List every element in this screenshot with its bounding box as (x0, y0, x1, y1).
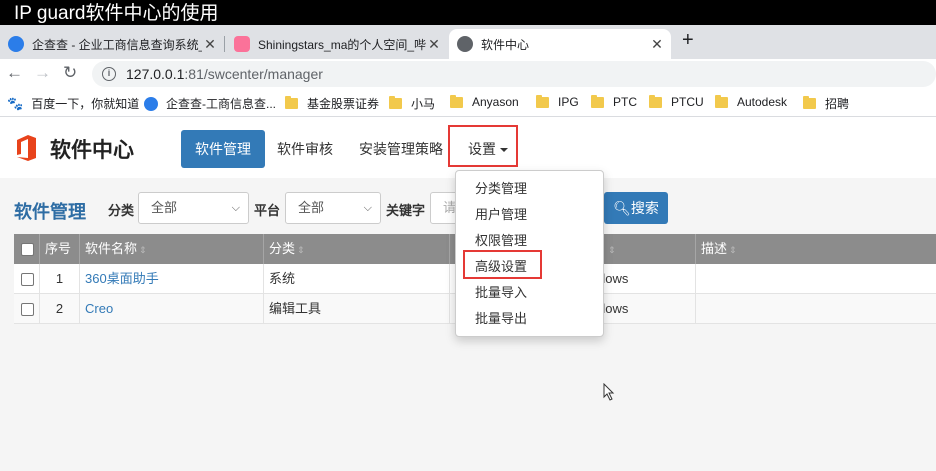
highlight-box (463, 250, 542, 279)
folder-icon (715, 94, 728, 108)
category-label: 分类 (108, 203, 135, 218)
qichacha-favicon-icon (8, 36, 24, 52)
header-category[interactable]: 分类 ⇕ (264, 234, 450, 264)
folder-icon (536, 94, 549, 108)
brand-title: 软件中心 (50, 139, 134, 162)
keyword-label: 关键字 (386, 203, 426, 218)
office-logo-icon (17, 135, 36, 161)
url-text: 127.0.0.1:81/swcenter/manager (126, 66, 323, 82)
close-icon[interactable]: ✕ (426, 36, 442, 53)
software-name-link[interactable]: 360桌面助手 (85, 271, 159, 286)
sort-icon: ⇕ (297, 245, 305, 255)
menu-item-batch-import[interactable]: 批量导入 (456, 280, 603, 306)
close-icon[interactable]: ✕ (649, 36, 665, 53)
video-caption: IP guard软件中心的使用 (0, 0, 936, 25)
select-all-checkbox-cell (14, 234, 40, 264)
tab-title: 软件中心 (481, 37, 530, 52)
paw-icon: 🐾 (7, 95, 24, 111)
folder-icon (591, 94, 604, 108)
bookmark-folder-ptc[interactable]: PTC (591, 94, 637, 109)
search-icon: 🔍︎ (613, 200, 631, 216)
folder-icon (649, 94, 662, 108)
menu-item-user-management[interactable]: 用户管理 (456, 202, 603, 228)
menu-item-batch-export[interactable]: 批量导出 (456, 306, 603, 332)
header-description[interactable]: 描述 ⇕ (696, 234, 936, 264)
info-icon[interactable]: i (102, 67, 116, 81)
section-title: 软件管理 (14, 202, 86, 222)
bookmark-baidu[interactable]: 🐾 百度一下，你就知道 (7, 95, 139, 112)
tab-qichacha[interactable]: 企查查 - 企业工商信息查询系统_ ✕ (0, 29, 224, 59)
sort-icon: ⇕ (139, 245, 147, 255)
row-checkbox[interactable] (21, 273, 34, 287)
row-checkbox[interactable] (21, 303, 34, 317)
bookmark-folder-autodesk[interactable]: Autodesk (715, 94, 787, 109)
bookmark-folder-ptcu[interactable]: PTCU (649, 94, 704, 109)
row-category: 编辑工具 (264, 294, 450, 324)
nav-software-management[interactable]: 软件管理 (181, 130, 265, 168)
browser-toolbar: ← → ↻ i 127.0.0.1:81/swcenter/manager (0, 59, 936, 89)
browser-tab-bar: 企查查 - 企业工商信息查询系统_ ✕ Shiningstars_ma的个人空间… (0, 25, 936, 59)
tab-title: Shiningstars_ma的个人空间_哔哩 (258, 37, 426, 52)
mouse-cursor-icon (603, 383, 615, 401)
forward-icon[interactable]: → (34, 63, 51, 83)
row-category: 系统 (264, 264, 450, 294)
tab-software-center[interactable]: 软件中心 ✕ (449, 29, 671, 59)
bookmark-folder-jobs[interactable]: 招聘 (803, 95, 849, 112)
back-icon[interactable]: ← (6, 63, 23, 83)
address-bar[interactable]: i 127.0.0.1:81/swcenter/manager (92, 61, 936, 87)
bookmark-folder-ipg[interactable]: IPG (536, 94, 579, 109)
select-all-checkbox[interactable] (21, 243, 34, 257)
new-tab-icon[interactable]: + (682, 29, 694, 52)
nav-install-policy[interactable]: 安装管理策略 (345, 130, 457, 168)
category-select[interactable]: 全部 ⌵ (138, 192, 249, 224)
highlight-box (448, 125, 518, 167)
folder-icon (803, 96, 816, 109)
bookmarks-bar: 🐾 百度一下，你就知道 企查查-工商信息查... 基金股票证券 小马 Anyas… (0, 89, 936, 117)
nav-software-review[interactable]: 软件审核 (263, 130, 347, 168)
row-description (696, 294, 936, 324)
tab-bilibili[interactable]: Shiningstars_ma的个人空间_哔哩 ✕ (226, 29, 448, 59)
software-name-link[interactable]: Creo (85, 301, 113, 316)
bookmark-folder-xiaoma[interactable]: 小马 (389, 95, 435, 112)
row-no: 1 (40, 264, 80, 294)
row-no: 2 (40, 294, 80, 324)
sort-icon: ⇕ (729, 245, 737, 255)
bookmark-folder-anyason[interactable]: Anyason (450, 94, 519, 109)
menu-item-category-management[interactable]: 分类管理 (456, 176, 603, 202)
row-description (696, 264, 936, 294)
reload-icon[interactable]: ↻ (63, 63, 77, 83)
qcc-icon (144, 96, 158, 111)
header-name[interactable]: 软件名称 ⇕ (80, 234, 264, 264)
sort-icon: ⇕ (608, 245, 616, 255)
bilibili-favicon-icon (234, 36, 250, 52)
chevron-down-icon: ⌵ (363, 202, 372, 214)
bookmark-folder-funds[interactable]: 基金股票证券 (285, 95, 379, 112)
folder-icon (450, 94, 463, 108)
chevron-down-icon: ⌵ (231, 202, 240, 214)
platform-select[interactable]: 全部 ⌵ (285, 192, 381, 224)
globe-icon (457, 36, 473, 52)
platform-label: 平台 (254, 203, 281, 218)
folder-icon (389, 96, 402, 109)
header-no[interactable]: 序号 (40, 234, 80, 264)
search-button[interactable]: 🔍︎搜索 (604, 192, 668, 224)
folder-icon (285, 96, 298, 109)
tab-title: 企查查 - 企业工商信息查询系统_ (32, 37, 202, 52)
bookmark-qichacha[interactable]: 企查查-工商信息查... (144, 95, 276, 112)
app-header: 软件中心 软件管理 软件审核 安装管理策略 设置 (0, 118, 936, 178)
close-icon[interactable]: ✕ (202, 36, 218, 53)
